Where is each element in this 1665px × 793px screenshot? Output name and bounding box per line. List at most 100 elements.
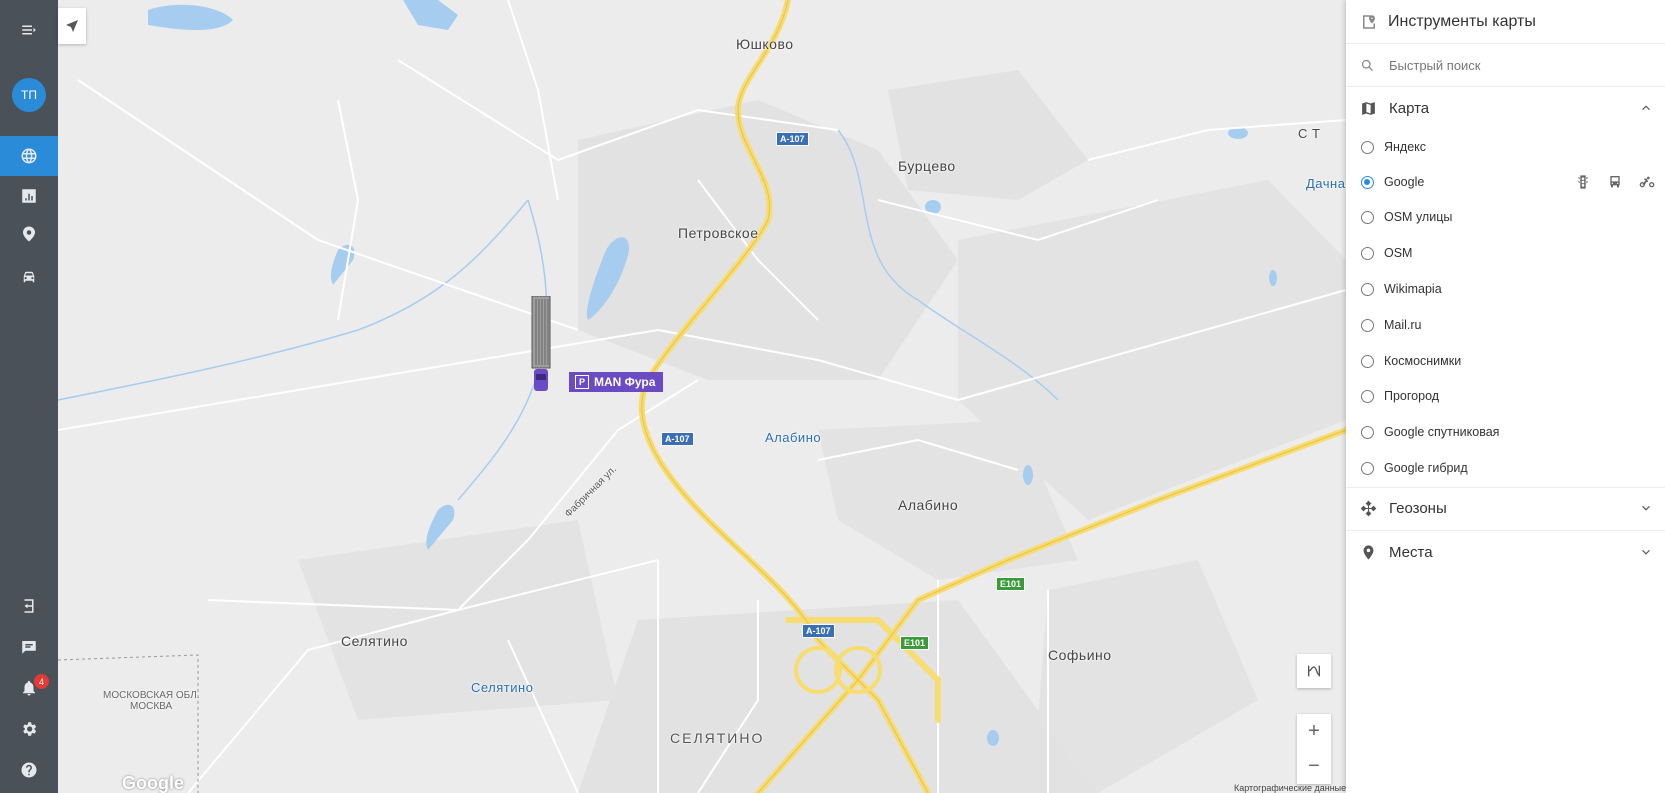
menu-collapse-icon[interactable] (0, 10, 58, 50)
radio-google-satellite[interactable] (1361, 425, 1374, 439)
sidebar-item-reports[interactable] (0, 176, 58, 216)
sidebar-item-vehicles[interactable] (0, 257, 58, 297)
panel-header: Инструменты карты (1346, 0, 1665, 44)
notification-badge: 4 (34, 674, 49, 689)
map-canvas[interactable]: Юшково Бурцево Петровское Алабино Алабин… (58, 0, 1346, 793)
section-map-title: Карта (1389, 99, 1430, 117)
map-label-region2: МОСКВА (130, 701, 173, 712)
radio-progorod[interactable] (1361, 389, 1374, 403)
road-shield-e101: E101 (900, 636, 930, 650)
map-label-region1: МОСКОВСКАЯ ОБЛ. (103, 690, 200, 701)
map-label-st: С Т (1298, 126, 1321, 141)
radio-google[interactable] (1361, 175, 1374, 189)
map-label-burtsevo: Бурцево (898, 158, 956, 174)
bus-icon[interactable] (1605, 174, 1625, 190)
search-input[interactable] (1387, 56, 1631, 74)
map-option-label: Космоснимки (1384, 354, 1462, 368)
google-layer-toggles (1573, 174, 1657, 190)
sidebar-item-settings[interactable] (0, 709, 58, 749)
place-pin-icon (1363, 544, 1374, 560)
car-icon (23, 271, 35, 283)
map-option-kosmosnimki[interactable]: Космоснимки (1346, 344, 1665, 378)
avatar[interactable]: ТП (12, 78, 46, 112)
map-option-wikimapia[interactable]: Wikimapia (1346, 272, 1665, 306)
map-option-label: OSM (1384, 246, 1413, 260)
zoom-in-button[interactable]: + (1297, 714, 1331, 749)
map-base (58, 0, 1346, 793)
map-option-osm[interactable]: OSM (1346, 236, 1665, 270)
history-icon (23, 226, 35, 242)
parking-status-icon: P (575, 375, 589, 389)
map-label-alabino: Алабино (898, 497, 959, 513)
map-label-selyatino-station: Селятино (471, 680, 534, 695)
map-label-selyatino-big: СЕЛЯТИНО (670, 730, 765, 746)
radio-wikimapia[interactable] (1361, 282, 1374, 296)
map-option-google[interactable]: Google (1346, 165, 1665, 199)
bicycle-icon[interactable] (1637, 174, 1657, 190)
map-option-mailru[interactable]: Mail.ru (1346, 308, 1665, 342)
search-bar (1346, 44, 1665, 87)
map-copyright: Картографические данные © 2020 (1234, 783, 1346, 793)
map-label-alabino-station: Алабино (765, 430, 822, 445)
map-tools-panel: Инструменты карты Карта Яндекс Google OS… (1346, 0, 1665, 793)
map-option-label: Mail.ru (1384, 318, 1422, 332)
chat-icon (22, 641, 36, 654)
map-option-progorod[interactable]: Прогород (1346, 379, 1665, 413)
navigation-arrow-icon (66, 20, 78, 32)
road-shield-a107: A-107 (802, 624, 835, 638)
sidebar-item-notifications[interactable] (0, 668, 58, 708)
gear-icon (23, 722, 37, 736)
radio-mailru[interactable] (1361, 318, 1374, 332)
map-icon (1362, 101, 1375, 115)
search-icon (1361, 59, 1373, 71)
chart-icon (22, 189, 36, 203)
sidebar-item-logout[interactable] (0, 586, 58, 626)
globe-icon (21, 148, 37, 164)
map-option-label: Прогород (1384, 389, 1440, 403)
map-option-label: Google гибрид (1384, 461, 1468, 475)
map-label-petrovskoe: Петровское (678, 225, 759, 241)
vehicle-label[interactable]: P MAN Фура (569, 372, 664, 392)
map-label-yushkovo: Юшково (736, 36, 794, 52)
radio-google-hybrid[interactable] (1361, 461, 1374, 475)
traffic-light-icon[interactable] (1573, 174, 1593, 190)
sidebar-item-map[interactable] (0, 136, 58, 176)
chevron-down-icon (1642, 549, 1650, 555)
map-option-osm-streets[interactable]: OSM улицы (1346, 200, 1665, 234)
sidebar: ТП 4 (0, 0, 58, 793)
locate-button[interactable] (58, 8, 86, 44)
map-option-yandex[interactable]: Яндекс (1346, 130, 1665, 164)
google-logo: Google (122, 773, 184, 793)
map-label-selyatino: Селятино (341, 633, 408, 649)
radio-kosmosnimki[interactable] (1361, 354, 1374, 368)
road-shield-e101: E101 (996, 577, 1026, 591)
section-geozones-header[interactable]: Геозоны (1346, 487, 1665, 529)
section-places-title: Места (1389, 543, 1433, 561)
geozone-icon (1360, 500, 1377, 516)
chevron-up-icon (1642, 105, 1650, 111)
section-map-header[interactable]: Карта (1346, 87, 1665, 129)
route-icon (1308, 665, 1320, 677)
map-option-google-hybrid[interactable]: Google гибрид (1346, 451, 1665, 485)
panel-title: Инструменты карты (1388, 12, 1536, 30)
map-label-dachnaya: Дачна (1306, 176, 1346, 191)
radio-osm[interactable] (1361, 246, 1374, 260)
road-shield-a107: A-107 (776, 132, 809, 146)
sidebar-item-history[interactable] (0, 214, 58, 254)
help-icon (21, 762, 37, 778)
map-option-label: Google спутниковая (1384, 425, 1500, 439)
sidebar-item-help[interactable] (0, 750, 58, 790)
route-layer-button[interactable] (1297, 654, 1331, 688)
vehicle-marker[interactable] (530, 296, 552, 396)
zoom-out-button[interactable]: − (1297, 749, 1331, 784)
sidebar-item-chat[interactable] (0, 627, 58, 667)
map-option-label: Wikimapia (1384, 282, 1442, 296)
radio-osm-streets[interactable] (1361, 210, 1374, 224)
section-places-header[interactable]: Места (1346, 531, 1665, 573)
radio-yandex[interactable] (1361, 140, 1374, 154)
chevron-down-icon (1642, 505, 1650, 511)
avatar-initials: ТП (21, 88, 37, 102)
map-tools-icon (1363, 14, 1375, 29)
zoom-control: + − (1297, 714, 1331, 784)
map-option-google-satellite[interactable]: Google спутниковая (1346, 415, 1665, 449)
